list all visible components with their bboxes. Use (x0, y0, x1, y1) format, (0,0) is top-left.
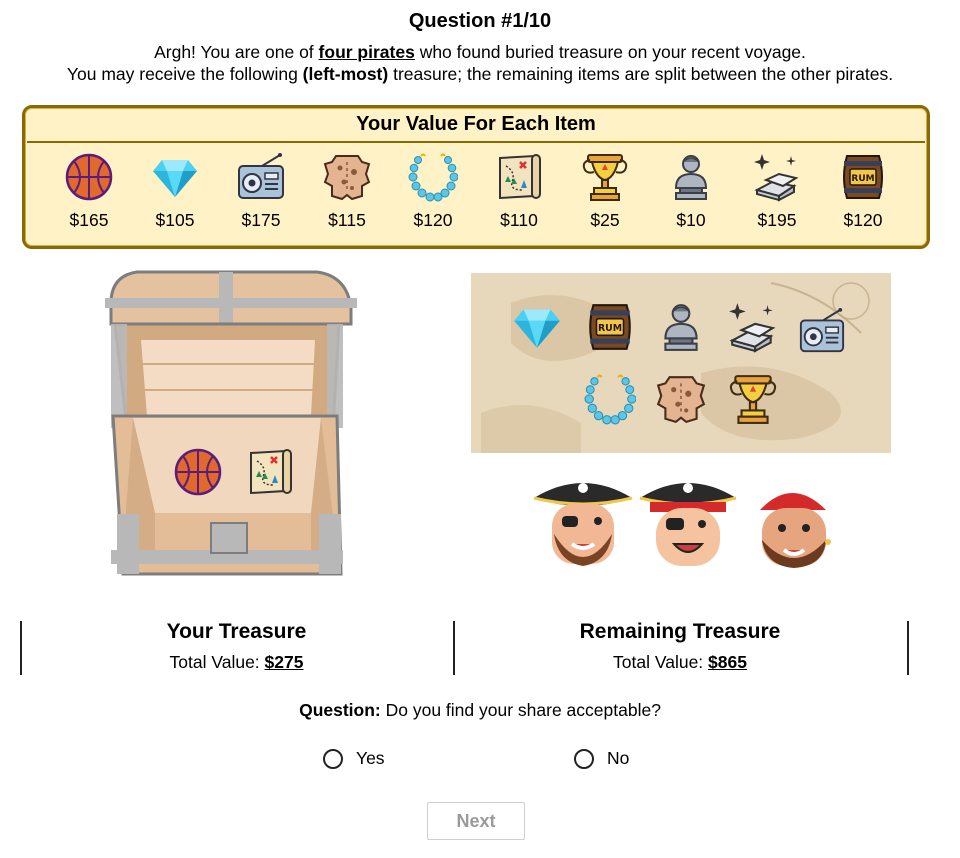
leather-hide-icon (322, 152, 372, 202)
silver-bars-icon (752, 152, 802, 202)
trophy-chalice-icon (580, 152, 630, 202)
item-price: $110 (500, 210, 538, 230)
pirate-bandana-icon (760, 493, 831, 568)
remaining-treasure-summary: Remaining Treasure Total Value: $865 (453, 620, 907, 673)
intro-line-1-post: who found buried treasure on your recent… (414, 42, 806, 62)
four-pirates-emphasis: four pirates (318, 42, 415, 62)
your-treasure-total-label: Total Value: (169, 652, 265, 672)
your-treasure-total-value: $275 (264, 652, 304, 672)
treasure-map-panel (471, 273, 891, 453)
next-button[interactable]: Next (427, 802, 525, 840)
item-value-panel: Your Value For Each Item $165 $105 $175 … (22, 105, 930, 249)
question-text: Do you find your share acceptable? (380, 700, 661, 720)
radio-icon (236, 152, 286, 202)
basketball-icon (64, 152, 114, 202)
bust-statue-icon (666, 152, 716, 202)
intro-line-2-pre: You may receive the following (66, 64, 303, 84)
yes-label[interactable]: Yes (356, 748, 385, 769)
intro-line-2-post: treasure; the remaining items are split … (388, 64, 894, 84)
item-price: $195 (757, 210, 797, 230)
treasure-map-icon (251, 450, 291, 493)
question-label: Question: (299, 700, 381, 720)
your-treasure-total: Total Value: $275 (20, 652, 453, 673)
treasure-map-icon (494, 152, 544, 202)
item-silver-bars: $195 (734, 152, 820, 231)
answer-yes-option[interactable]: Yes (323, 748, 385, 769)
no-label[interactable]: No (607, 748, 629, 769)
divider-right (907, 621, 909, 675)
other-pirates-illustration (533, 483, 831, 568)
item-bead-necklace: $120 (390, 152, 476, 231)
rum-barrel-icon (590, 305, 630, 349)
item-radio: $175 (218, 152, 304, 231)
item-value-list: $165 $105 $175 $115 $120 $110 $25 $10 $1… (46, 152, 906, 231)
item-leather-hide: $115 (304, 152, 390, 231)
intro-text: Argh! You are one of four pirates who fo… (0, 41, 960, 85)
intro-line-1-pre: Argh! You are one of (154, 42, 319, 62)
item-treasure-map: $110 (476, 152, 562, 231)
item-price: $120 (413, 210, 453, 230)
item-price: $175 (241, 210, 281, 230)
basketball-icon (176, 450, 220, 494)
chest-basketball (176, 450, 220, 494)
pirate-eyepatch-icon (639, 483, 737, 566)
item-price: $120 (843, 210, 883, 230)
your-treasure-summary: Your Treasure Total Value: $275 (20, 620, 453, 673)
intro-line-1: Argh! You are one of four pirates who fo… (0, 41, 960, 63)
item-diamond: $105 (132, 152, 218, 231)
intro-line-2: You may receive the following (left-most… (0, 63, 960, 85)
answer-no-option[interactable]: No (574, 748, 629, 769)
bead-necklace-icon (408, 152, 458, 202)
item-value-heading: Your Value For Each Item (27, 108, 925, 143)
treasure-chest-illustration (105, 270, 357, 576)
chest-treasure-map (251, 450, 291, 493)
item-bust: $10 (648, 152, 734, 231)
item-trophy: $25 (562, 152, 648, 231)
item-price: $165 (69, 210, 109, 230)
yes-radio[interactable] (323, 748, 343, 769)
item-price: $115 (328, 210, 366, 230)
remaining-treasure-heading: Remaining Treasure (579, 620, 781, 643)
rum-barrel-icon (838, 152, 888, 202)
question-title: Question #1/10 (408, 10, 552, 32)
item-price: $25 (590, 210, 620, 230)
item-price: $10 (676, 210, 706, 230)
remaining-treasure-total-value: $865 (708, 652, 747, 672)
item-price: $105 (155, 210, 195, 230)
no-radio[interactable] (574, 748, 594, 769)
pirate-captain-icon (533, 483, 633, 566)
your-treasure-heading: Your Treasure (166, 620, 307, 643)
remaining-treasure-total: Total Value: $865 (453, 652, 907, 673)
item-basketball: $165 (46, 152, 132, 231)
diamond-icon (150, 152, 200, 202)
remaining-treasure-total-label: Total Value: (613, 652, 709, 672)
leather-hide-icon (658, 377, 704, 422)
question-prompt: Question: Do you find your share accepta… (0, 700, 960, 721)
left-most-emphasis: (left-most) (302, 64, 389, 84)
item-rum-barrel: $120 (820, 152, 906, 231)
